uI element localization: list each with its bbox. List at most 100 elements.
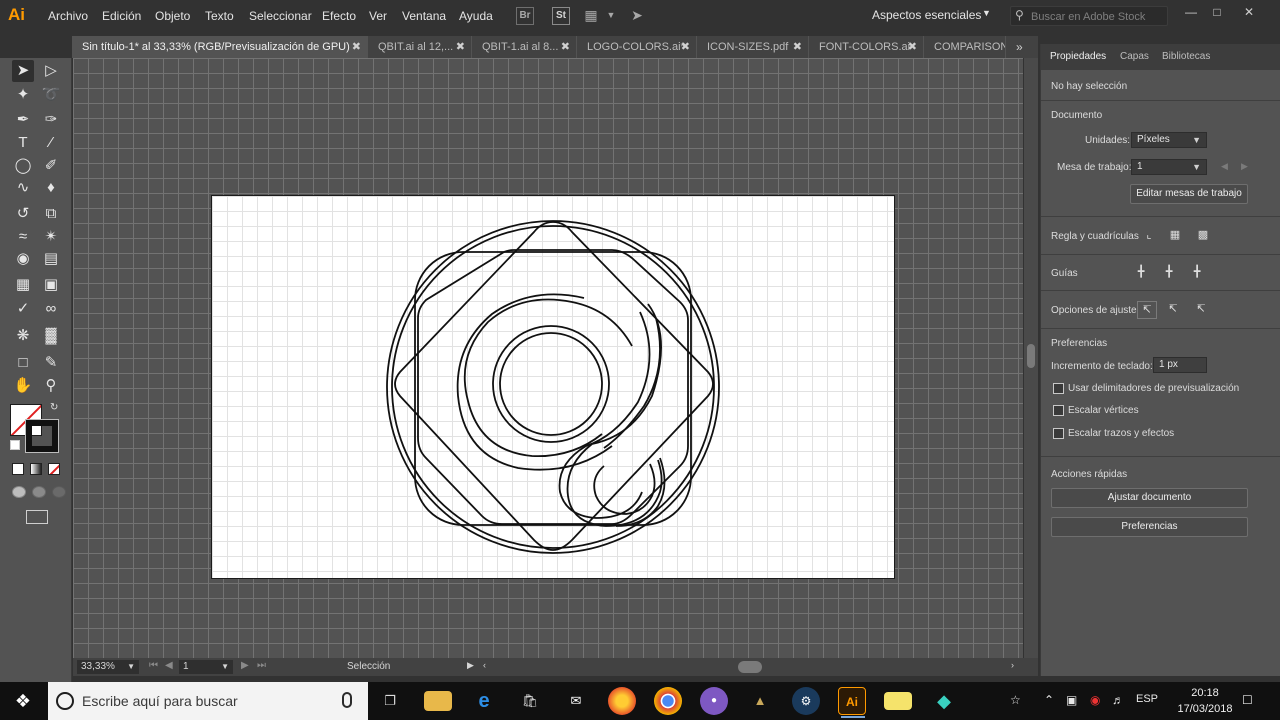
ellipse-tool-icon[interactable]: ◯ — [12, 155, 34, 177]
artboard-select[interactable]: 1 ▼ — [1131, 159, 1207, 175]
menu-seleccionar[interactable]: Seleccionar — [249, 9, 312, 23]
adobe-stock-search[interactable]: ⚲ — [1010, 6, 1168, 26]
transparency-grid-icon[interactable]: ▩ — [1193, 227, 1213, 245]
color-mode-icon[interactable] — [12, 463, 24, 475]
snap-to-pixel-icon[interactable]: ↸ — [1191, 301, 1211, 319]
artboard-number-select[interactable]: 1 ▼ — [179, 660, 233, 674]
close-tab-icon[interactable]: ✖ — [352, 36, 361, 58]
previous-artboard-icon[interactable]: ◀ — [1221, 161, 1228, 172]
close-tab-icon[interactable]: ✖ — [793, 36, 802, 58]
notifications-icon[interactable]: ☐ — [1242, 693, 1253, 707]
grid-icon[interactable]: ▦ — [1165, 227, 1185, 245]
shape-builder-tool-icon[interactable]: ◉ — [12, 248, 34, 270]
stock-button[interactable]: St — [552, 7, 570, 25]
tab-icon-sizes[interactable]: ICON-SIZES.pdf ✖ — [697, 36, 809, 58]
network-icon[interactable]: ▣ — [1066, 693, 1077, 707]
firefox-icon[interactable] — [608, 687, 636, 715]
microphone-icon[interactable] — [342, 692, 352, 708]
close-icon[interactable]: ✕ — [1238, 4, 1260, 20]
smart-guides-icon[interactable]: ╋ — [1187, 264, 1207, 282]
menu-ver[interactable]: Ver — [369, 9, 387, 23]
puppet-warp-tool-icon[interactable]: ✴ — [40, 226, 62, 248]
scroll-right-icon[interactable]: › — [1011, 660, 1014, 670]
menu-ayuda[interactable]: Ayuda — [459, 9, 493, 23]
hand-tool-icon[interactable]: ✋ — [12, 375, 34, 397]
bridge-button[interactable]: Br — [516, 7, 534, 25]
minimize-icon[interactable]: — — [1180, 4, 1202, 20]
menu-ventana[interactable]: Ventana — [402, 9, 446, 23]
snap-to-point-icon[interactable]: ↸ — [1137, 301, 1157, 319]
preferences-button[interactable]: Preferencias — [1051, 517, 1248, 537]
logo-artwork[interactable] — [212, 196, 896, 580]
gradient-tool-icon[interactable]: ▣ — [40, 274, 62, 296]
language-indicator[interactable]: ESP — [1136, 693, 1158, 705]
canvas[interactable] — [73, 58, 1023, 658]
illustrator-taskbar-icon[interactable]: Ai — [838, 687, 866, 718]
discord-icon[interactable]: ● — [700, 687, 728, 715]
rotate-tool-icon[interactable]: ↺ — [12, 203, 34, 225]
fit-document-button[interactable]: Ajustar documento — [1051, 488, 1248, 508]
taskbar-search-input[interactable] — [82, 692, 332, 710]
tab-capas[interactable]: Capas — [1120, 51, 1149, 62]
scale-strokes-checkbox[interactable] — [1053, 428, 1064, 439]
eyedropper-tool-icon[interactable]: ✓ — [12, 298, 34, 320]
lock-guides-icon[interactable]: ╋ — [1159, 264, 1179, 282]
gpu-performance-icon[interactable]: ➤ — [628, 7, 646, 25]
scroll-left-icon[interactable]: ‹ — [483, 660, 486, 670]
zoom-tool-icon[interactable]: ⚲ — [40, 375, 62, 397]
perspective-grid-tool-icon[interactable]: ▤ — [40, 248, 62, 270]
tab-font-colors[interactable]: FONT-COLORS.ai ✖ — [809, 36, 924, 58]
stock-search-input[interactable] — [1031, 10, 1163, 23]
direct-selection-tool-icon[interactable]: ▷ — [40, 60, 62, 82]
chrome-icon[interactable] — [654, 687, 682, 715]
scale-tool-icon[interactable]: ⧉ — [40, 203, 62, 225]
stroke-swatch[interactable] — [25, 419, 59, 453]
slice-tool-icon[interactable]: ✎ — [40, 352, 62, 374]
gradient-mode-icon[interactable] — [30, 463, 42, 475]
task-view-icon[interactable]: ❐ — [376, 687, 404, 715]
store-icon[interactable]: 🛍 — [516, 687, 544, 715]
tab-propiedades[interactable]: Propiedades — [1050, 51, 1106, 62]
vertical-scrollbar[interactable] — [1024, 58, 1038, 658]
blend-tool-icon[interactable]: ∞ — [40, 298, 62, 320]
mesh-tool-icon[interactable]: ▦ — [12, 274, 34, 296]
pen-tool-icon[interactable]: ✒ — [12, 109, 34, 131]
mail-icon[interactable]: ✉ — [562, 687, 590, 715]
selection-tool-icon[interactable]: ➤ — [12, 60, 34, 82]
next-artboard-icon[interactable]: ▶ — [1241, 161, 1248, 172]
first-artboard-icon[interactable]: ⏮ — [149, 660, 158, 671]
sticky-notes-icon[interactable] — [884, 692, 912, 710]
tab-qbit-1[interactable]: QBIT-1.ai al 8... ✖ — [472, 36, 577, 58]
curvature-tool-icon[interactable]: ✑ — [40, 109, 62, 131]
preview-bounds-checkbox[interactable] — [1053, 383, 1064, 394]
shaper-tool-icon[interactable]: ∿ — [12, 177, 34, 199]
tab-logo-colors[interactable]: LOGO-COLORS.ai* ✖ — [577, 36, 697, 58]
none-mode-icon[interactable] — [48, 463, 60, 475]
edge-browser-icon[interactable]: e — [470, 687, 498, 715]
status-menu-icon[interactable]: ▶ — [467, 660, 474, 671]
edit-artboards-button[interactable]: Editar mesas de trabajo — [1130, 184, 1248, 204]
workspace-switcher[interactable]: Aspectos esenciales ▼ — [872, 8, 992, 26]
menu-edicion[interactable]: Edición — [102, 9, 141, 23]
type-tool-icon[interactable]: T — [12, 132, 34, 154]
game-launcher-icon[interactable]: ▲ — [746, 687, 774, 715]
tab-qbit[interactable]: QBIT.ai al 12,... ✖ — [368, 36, 472, 58]
horizontal-scroll-thumb[interactable] — [738, 661, 762, 673]
show-hidden-icons-icon[interactable]: ⌃ — [1044, 693, 1054, 707]
arrange-documents-icon[interactable]: ▦ — [582, 7, 600, 25]
artboard[interactable] — [211, 195, 895, 579]
app-diamond-icon[interactable]: ◆ — [930, 687, 958, 715]
zoom-level-select[interactable]: 33,33% ▼ — [77, 660, 139, 674]
previous-artboard-icon[interactable]: ◀ — [165, 660, 173, 671]
menu-efecto[interactable]: Efecto — [322, 9, 356, 23]
close-tab-icon[interactable]: ✖ — [908, 36, 917, 58]
tab-sin-titulo-1[interactable]: Sin título-1* al 33,33% (RGB/Previsualiz… — [72, 36, 368, 58]
volume-icon[interactable]: ♬ — [1112, 693, 1124, 707]
menu-archivo[interactable]: Archivo — [48, 9, 88, 23]
tab-bibliotecas[interactable]: Bibliotecas — [1162, 51, 1210, 62]
menu-texto[interactable]: Texto — [205, 9, 234, 23]
graph-tool-icon[interactable]: ▓ — [40, 325, 62, 347]
menu-objeto[interactable]: Objeto — [155, 9, 190, 23]
show-guides-icon[interactable]: ╋ — [1131, 264, 1151, 282]
draw-inside-icon[interactable] — [52, 486, 66, 498]
